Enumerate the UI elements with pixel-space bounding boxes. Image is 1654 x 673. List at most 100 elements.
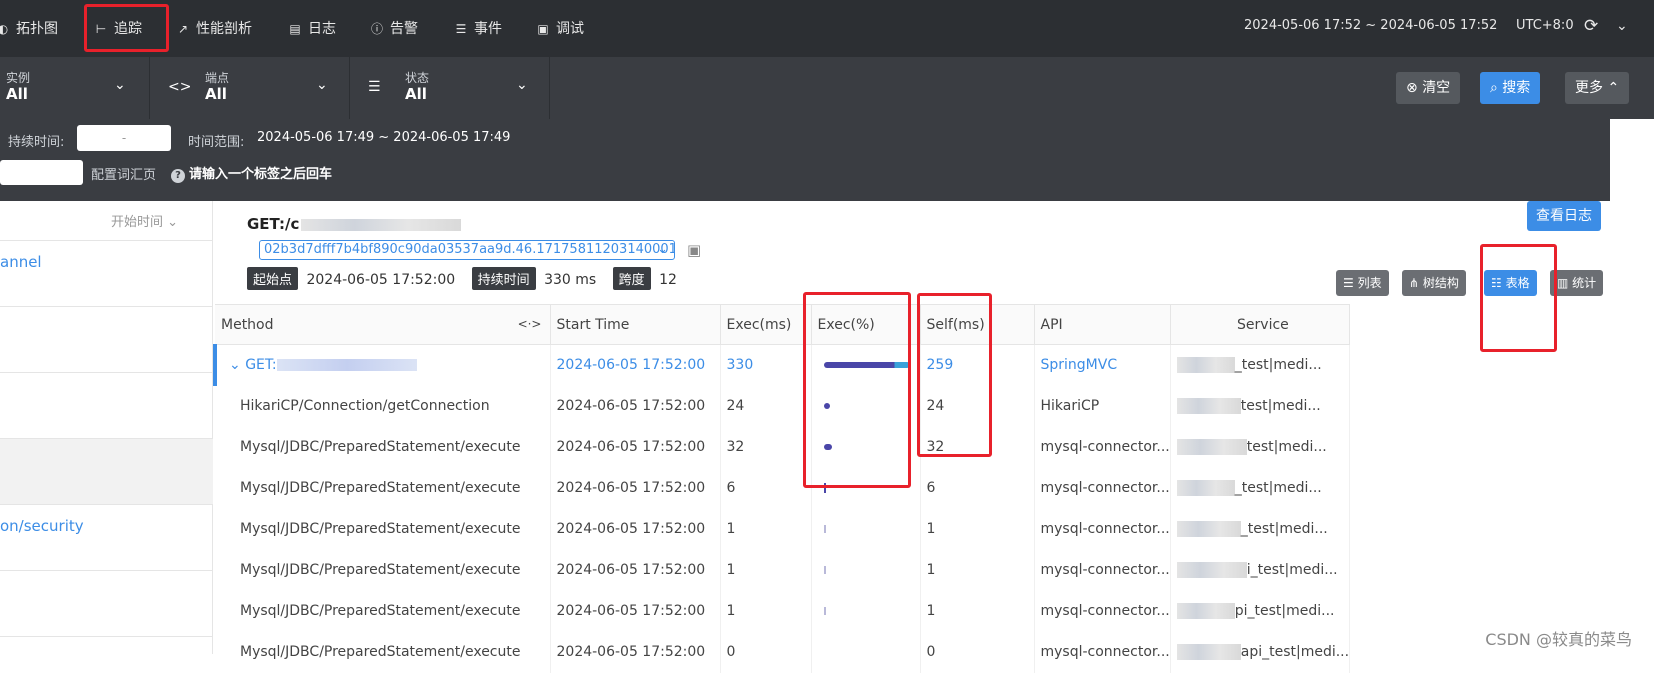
chevron-down-icon: ⌄ bbox=[516, 77, 528, 93]
resize-icon[interactable]: <·> bbox=[518, 317, 542, 331]
view-table-button[interactable]: ☷ 表格 bbox=[1484, 270, 1537, 296]
exec-ms-cell: 1 bbox=[720, 590, 812, 632]
start-time-cell: 2024-06-05 17:52:00 bbox=[550, 385, 721, 427]
nav-log[interactable]: ▤ 日志 bbox=[288, 18, 336, 38]
self-ms-cell: 32 bbox=[920, 426, 1035, 468]
chevron-down-icon[interactable]: ⌄ bbox=[1616, 18, 1628, 34]
column-service[interactable]: Service bbox=[1170, 304, 1351, 345]
tag-input[interactable] bbox=[0, 160, 83, 185]
trace-list-item[interactable] bbox=[0, 373, 213, 439]
nav-alarm[interactable]: ⓘ 告警 bbox=[370, 18, 418, 38]
view-list-button[interactable]: ☰ 列表 bbox=[1336, 270, 1389, 296]
more-button[interactable]: 更多 ⌃ bbox=[1565, 72, 1630, 104]
time-range-picker[interactable]: 2024-05-06 17:52 ~ 2024-06-05 17:52 bbox=[1244, 18, 1497, 33]
time-range-value: 2024-05-06 17:49 ~ 2024-06-05 17:49 bbox=[257, 130, 511, 145]
table-row[interactable]: ⌄ GET: 2024-06-05 17:52:00 330 259 SpringMVC… bbox=[213, 344, 1351, 386]
start-time-cell: 2024-06-05 17:52:00 bbox=[550, 426, 721, 468]
self-ms-cell: 1 bbox=[920, 590, 1035, 632]
method-cell: Mysql/JDBC/PreparedStatement/execute bbox=[215, 549, 551, 591]
exec-ms-cell: 6 bbox=[720, 467, 812, 509]
self-ms-cell: 6 bbox=[920, 467, 1035, 509]
api-cell: mysql-connector... bbox=[1034, 467, 1171, 509]
self-ms-cell: 1 bbox=[920, 549, 1035, 591]
alarm-icon: ⓘ bbox=[370, 22, 383, 36]
table-row[interactable]: Mysql/JDBC/PreparedStatement/execute 2024… bbox=[215, 508, 1351, 550]
table-row[interactable]: Mysql/JDBC/PreparedStatement/execute 2024… bbox=[215, 467, 1351, 509]
nav-trace[interactable]: ⊢ 追踪 bbox=[94, 18, 142, 38]
view-statistics-button[interactable]: ▥ 统计 bbox=[1550, 270, 1604, 296]
trace-list-item[interactable] bbox=[0, 571, 213, 637]
redacted-text bbox=[301, 218, 462, 231]
exec-bar bbox=[823, 403, 830, 409]
column-method[interactable]: Method <·> bbox=[215, 304, 551, 345]
trace-list-item[interactable] bbox=[0, 307, 213, 373]
trace-list-item-selected[interactable] bbox=[0, 439, 213, 505]
nav-event[interactable]: ☰ 事件 bbox=[454, 18, 502, 38]
nav-debug[interactable]: ▣ 调试 bbox=[536, 18, 584, 38]
api-cell: mysql-connector... bbox=[1034, 508, 1171, 550]
expand-chevron-icon[interactable]: ⌄ bbox=[229, 357, 241, 373]
status-select[interactable]: ☰ 状态 All ⌄ bbox=[350, 57, 550, 119]
redacted-text bbox=[1176, 357, 1235, 374]
event-icon: ☰ bbox=[455, 22, 467, 36]
advanced-filter-panel: 持续时间: - 时间范围: 2024-05-06 17:49 ~ 2024-06… bbox=[0, 119, 1610, 201]
table-row[interactable]: HikariCP/Connection/getConnection 2024-06… bbox=[215, 385, 1351, 427]
endpoint-select[interactable]: <> 端点 All ⌄ bbox=[150, 57, 350, 119]
chevron-down-icon: ⌄ bbox=[114, 77, 126, 93]
exec-bar bbox=[823, 444, 833, 450]
table-row[interactable]: Mysql/JDBC/PreparedStatement/execute 2024… bbox=[215, 631, 1351, 673]
start-time-cell: 2024-06-05 17:52:00 bbox=[550, 508, 721, 550]
config-vocabulary-link[interactable]: 配置词汇页 bbox=[91, 164, 156, 183]
nav-profiling[interactable]: ↗ 性能剖析 bbox=[176, 18, 252, 38]
exec-ms-cell: 1 bbox=[720, 508, 812, 550]
clear-button[interactable]: ⊗ 清空 bbox=[1396, 72, 1461, 104]
service-cell: api_test|medi... bbox=[1170, 631, 1351, 673]
nav-topology[interactable]: ◐ 拓扑图 bbox=[0, 18, 58, 38]
column-self-ms[interactable]: Self(ms) bbox=[920, 304, 1035, 345]
duration-input[interactable]: - bbox=[77, 125, 171, 151]
view-logs-button[interactable]: 查看日志 bbox=[1527, 201, 1601, 231]
start-time-cell: 2024-06-05 17:52:00 bbox=[550, 344, 721, 386]
trace-list-item[interactable]: annel bbox=[0, 241, 213, 307]
api-cell: mysql-connector... bbox=[1034, 590, 1171, 632]
exec-ms-cell: 1 bbox=[720, 549, 812, 591]
trace-icon: ⊢ bbox=[95, 22, 107, 36]
column-exec-pct[interactable]: Exec(%) bbox=[811, 304, 921, 345]
method-cell: Mysql/JDBC/PreparedStatement/execute bbox=[215, 631, 551, 673]
exec-bar bbox=[823, 362, 910, 369]
trace-title: GET:/c bbox=[247, 215, 462, 233]
trace-table: Method <·> Start Time Exec(ms) Exec(%) Se… bbox=[213, 304, 1351, 673]
search-button[interactable]: ⌕ 搜索 bbox=[1480, 72, 1541, 104]
table-header-row: Method <·> Start Time Exec(ms) Exec(%) Se… bbox=[215, 304, 1351, 345]
instance-select[interactable]: 实例 All ⌄ bbox=[0, 57, 150, 119]
redacted-text bbox=[1176, 603, 1235, 619]
exec-pct-cell bbox=[811, 590, 921, 632]
view-tree-button[interactable]: ⋔ 树结构 bbox=[1402, 270, 1466, 296]
api-cell: SpringMVC bbox=[1034, 344, 1171, 386]
log-icon: ▤ bbox=[289, 22, 301, 36]
copy-icon[interactable]: ▣ bbox=[687, 241, 701, 259]
profiling-icon: ↗ bbox=[177, 22, 189, 36]
table-row[interactable]: Mysql/JDBC/PreparedStatement/execute 2024… bbox=[215, 549, 1351, 591]
self-ms-cell: 24 bbox=[920, 385, 1035, 427]
table-row[interactable]: Mysql/JDBC/PreparedStatement/execute 2024… bbox=[215, 590, 1351, 632]
start-time-cell: 2024-06-05 17:52:00 bbox=[550, 590, 721, 632]
trace-list-item[interactable]: on/security bbox=[0, 505, 213, 571]
service-cell: _test|medi... bbox=[1170, 344, 1351, 386]
exec-bar bbox=[823, 483, 826, 493]
redacted-text bbox=[1176, 439, 1247, 455]
column-start-time[interactable]: Start Time bbox=[550, 304, 721, 345]
self-ms-cell: 0 bbox=[920, 631, 1035, 673]
service-cell: _test|medi... bbox=[1170, 467, 1351, 509]
sort-by-start-time[interactable]: 开始时间 ⌄ bbox=[111, 211, 178, 230]
redacted-text bbox=[1176, 398, 1241, 414]
table-icon: ☷ bbox=[1491, 276, 1502, 290]
column-api[interactable]: API bbox=[1034, 304, 1171, 345]
trace-list-header: 开始时间 ⌄ bbox=[0, 201, 213, 241]
table-row[interactable]: Mysql/JDBC/PreparedStatement/execute 2024… bbox=[215, 426, 1351, 468]
self-ms-cell: 1 bbox=[920, 508, 1035, 550]
refresh-icon[interactable]: ⟳ bbox=[1584, 16, 1598, 36]
service-cell: i_test|medi... bbox=[1170, 549, 1351, 591]
trace-id-select[interactable]: 02b3d7dfff7b4bf890c90da03537aa9d.46.1717… bbox=[259, 240, 675, 260]
column-exec-ms[interactable]: Exec(ms) bbox=[720, 304, 812, 345]
